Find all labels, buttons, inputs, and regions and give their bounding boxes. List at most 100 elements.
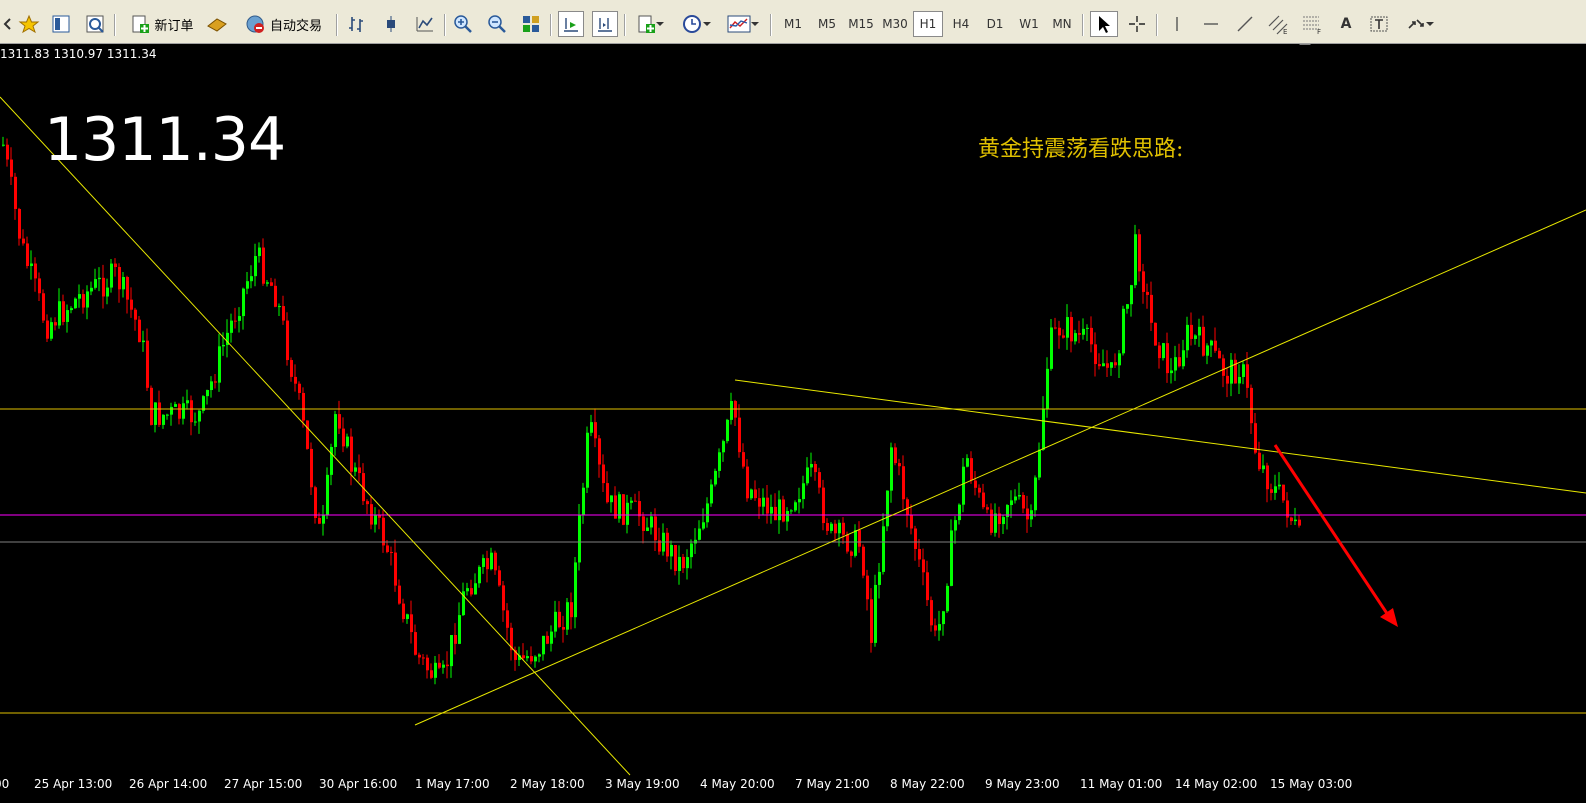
candle-body — [1062, 335, 1065, 338]
candle-body — [1102, 363, 1105, 367]
indicators-dropdown[interactable] — [632, 11, 668, 37]
timeframe-m15[interactable]: M15 — [845, 11, 877, 37]
time-label: 14 May 02:00 — [1175, 777, 1258, 791]
candles-group — [2, 136, 1301, 685]
candle-body — [350, 436, 353, 472]
candle-body — [30, 263, 33, 267]
timeframe-d1[interactable]: D1 — [980, 11, 1010, 37]
candle-body — [82, 294, 85, 308]
trendline-icon[interactable] — [1232, 11, 1258, 37]
candle-body — [1254, 423, 1257, 453]
arrows-dropdown[interactable] — [1400, 11, 1440, 37]
candle-body — [1178, 357, 1181, 367]
candle-body — [46, 320, 49, 339]
chart-shift-icon[interactable] — [592, 11, 618, 37]
candle-body — [242, 288, 245, 317]
candle-body — [990, 509, 993, 533]
candle-body — [1070, 317, 1073, 342]
candle-body — [870, 599, 873, 643]
candle-body — [674, 544, 677, 571]
price-chart[interactable]: 1311.83 1310.97 1311.34 1311.34 黄金持震荡看跌思… — [0, 45, 1586, 803]
svg-text:F: F — [1317, 28, 1321, 35]
candle-body — [810, 464, 813, 468]
bearish-arrow[interactable] — [1273, 444, 1398, 627]
candle-body — [1054, 327, 1057, 329]
candle-body — [10, 159, 13, 177]
timeframe-m1[interactable]: M1 — [778, 11, 808, 37]
tile-windows-icon[interactable] — [518, 11, 544, 37]
candle-body — [282, 306, 285, 321]
new-order-button[interactable]: 新订单 — [124, 11, 200, 37]
navigator-icon[interactable] — [48, 11, 74, 37]
new-order-label: 新订单 — [154, 18, 194, 34]
candle-body — [650, 516, 653, 528]
candle-body — [214, 381, 217, 383]
time-label: 30 Apr 16:00 — [319, 777, 398, 791]
candle-body — [70, 308, 73, 311]
cursor-icon[interactable] — [1090, 11, 1118, 37]
line-chart-icon[interactable] — [412, 11, 438, 37]
favorites-star-icon[interactable] — [16, 11, 42, 37]
ascending-trendline[interactable] — [414, 209, 1586, 726]
clock-icon — [683, 15, 701, 33]
candle-body — [1298, 519, 1301, 526]
candle-body — [42, 293, 45, 321]
candle-body — [1094, 344, 1097, 365]
auto-scroll-icon[interactable] — [558, 11, 584, 37]
zoom-out-icon[interactable] — [484, 11, 510, 37]
candle-body — [406, 614, 409, 619]
metaeditor-icon[interactable] — [204, 11, 230, 37]
zoom-in-icon[interactable] — [450, 11, 476, 37]
timeframe-h1[interactable]: H1 — [913, 11, 943, 37]
candle-body — [1142, 271, 1145, 292]
candle-body — [586, 432, 589, 488]
candle-body — [858, 530, 861, 547]
candle-body — [542, 635, 545, 655]
horizontal-line-icon[interactable] — [1198, 11, 1224, 37]
bar-chart-icon[interactable] — [344, 11, 370, 37]
templates-dropdown[interactable] — [722, 11, 764, 37]
candle-body — [90, 287, 93, 292]
candle-body — [1118, 353, 1121, 366]
vertical-line-icon[interactable] — [1164, 11, 1190, 37]
candle-body — [154, 402, 157, 425]
candle-body — [22, 238, 25, 244]
candle-body — [682, 556, 685, 569]
candlesticks-icon[interactable] — [378, 11, 404, 37]
chevron-down-icon — [703, 22, 711, 26]
time-label: 26 Apr 14:00 — [129, 777, 208, 791]
candle-body — [1202, 326, 1205, 356]
timeframe-w1[interactable]: W1 — [1014, 11, 1044, 37]
candle-body — [894, 447, 897, 464]
candle-body — [222, 344, 225, 347]
candle-body — [966, 458, 969, 467]
candle-body — [1222, 358, 1225, 376]
periods-dropdown[interactable] — [676, 11, 716, 37]
candle-body — [1146, 291, 1149, 295]
candle-body — [1278, 484, 1281, 487]
timeframe-m30[interactable]: M30 — [879, 11, 911, 37]
timeframe-h4[interactable]: H4 — [946, 11, 976, 37]
arrow-left-icon[interactable] — [0, 11, 14, 37]
equidistant-channel-icon[interactable]: E — [1264, 11, 1292, 37]
time-label: 3 May 19:00 — [605, 777, 680, 791]
crosshair-icon[interactable] — [1124, 11, 1150, 37]
candle-body — [834, 523, 837, 534]
text-label-icon[interactable] — [1366, 11, 1392, 37]
candle-body — [1114, 362, 1117, 366]
candle-body — [634, 500, 637, 502]
candle-body — [1294, 519, 1297, 522]
timeframe-m5[interactable]: M5 — [812, 11, 842, 37]
candle-body — [950, 530, 953, 586]
candle-body — [766, 497, 769, 514]
indicators-icon — [638, 15, 655, 33]
fibonacci-retracement-icon[interactable]: F — [1298, 11, 1326, 37]
candle-body — [1074, 333, 1077, 342]
tester-icon[interactable] — [82, 11, 108, 37]
descending-trendline[interactable] — [0, 96, 631, 776]
text-tool-icon[interactable]: A — [1334, 11, 1358, 37]
analysis-annotation[interactable]: 黄金持震荡看跌思路: — [978, 131, 1183, 163]
timeframe-mn[interactable]: MN — [1047, 11, 1077, 37]
auto-trading-button[interactable]: 自动交易 — [236, 11, 330, 37]
candle-body — [1266, 465, 1269, 490]
